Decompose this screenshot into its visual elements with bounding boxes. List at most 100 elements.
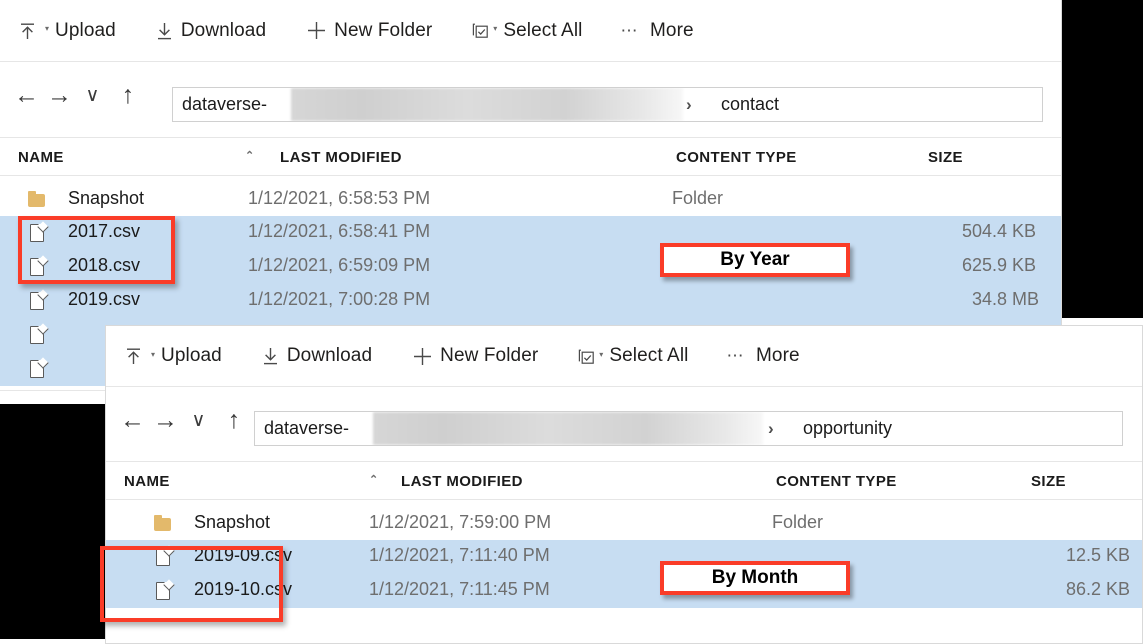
column-header-content-type[interactable]: CONTENT TYPE (776, 473, 897, 490)
navigation-bar: ← → ∨ ↑ (116, 387, 253, 453)
column-header-name[interactable]: NAME (18, 149, 64, 166)
folder-icon (154, 515, 171, 531)
upload-label: Upload (161, 345, 222, 366)
column-header-last-modified[interactable]: LAST MODIFIED (280, 149, 402, 166)
upload-button[interactable]: ▾ Upload (124, 345, 222, 367)
row-last-modified: 1/12/2021, 7:11:40 PM (369, 545, 550, 565)
new-folder-label: New Folder (334, 19, 433, 41)
row-name[interactable]: 2019.csv (68, 289, 140, 310)
breadcrumb-current-folder[interactable]: opportunity (803, 418, 892, 439)
back-button[interactable]: ← (116, 406, 149, 435)
toolbar-divider (106, 386, 1142, 387)
backdrop-block-right (1062, 0, 1143, 318)
checkbox-select-icon (472, 22, 489, 39)
row-name[interactable]: 2019-09.csv (194, 545, 292, 566)
breadcrumb-address-bar[interactable]: dataverse- › contact (172, 87, 1043, 122)
row-last-modified: 1/12/2021, 6:58:41 PM (248, 221, 431, 241)
table-row[interactable]: 2018.csv 1/12/2021, 6:59:09 PM 625.9 KB (0, 250, 1061, 284)
column-header-name[interactable]: NAME (124, 473, 170, 490)
download-label: Download (286, 345, 373, 366)
table-row[interactable]: 2019-10.csv 1/12/2021, 7:11:45 PM 86.2 K… (106, 574, 1142, 608)
row-name[interactable]: 2017.csv (68, 221, 140, 242)
row-last-modified: 1/12/2021, 6:59:09 PM (248, 255, 431, 275)
new-folder-button[interactable]: New Folder (412, 345, 538, 367)
toolbar-divider (0, 61, 1061, 62)
redacted-account-name (373, 412, 763, 445)
column-header-last-modified[interactable]: LAST MODIFIED (401, 473, 523, 490)
recent-locations-button[interactable]: ∨ (76, 84, 109, 107)
header-divider (106, 499, 1142, 500)
annotation-callout-by-month-label: By Month (711, 567, 799, 588)
chevron-down-icon[interactable]: ▾ (599, 350, 603, 359)
new-folder-label: New Folder (440, 345, 539, 366)
select-all-button[interactable]: ▾ Select All (578, 345, 688, 367)
recent-locations-button[interactable]: ∨ (182, 409, 215, 432)
more-button[interactable]: ⋯ More (620, 20, 693, 42)
table-row[interactable]: 2019-09.csv 1/12/2021, 7:11:40 PM 12.5 K… (106, 540, 1142, 574)
table-row[interactable]: Snapshot 1/12/2021, 7:59:00 PM Folder (106, 506, 1142, 540)
table-row[interactable]: Snapshot 1/12/2021, 6:58:53 PM Folder (0, 182, 1061, 216)
up-one-level-button[interactable]: ↑ (109, 81, 147, 110)
ellipsis-icon: ⋯ (726, 346, 745, 365)
up-one-level-button[interactable]: ↑ (215, 406, 253, 435)
command-bar: ▾ Upload Download New Folder ▾ Select Al… (106, 326, 1142, 386)
row-size: 86.2 KB (1066, 579, 1131, 599)
header-divider (0, 175, 1061, 176)
forward-button[interactable]: → (43, 81, 76, 110)
storage-browser-panel-opportunity: ▾ Upload Download New Folder ▾ Select Al… (105, 325, 1143, 644)
more-label: More (649, 19, 694, 41)
select-all-button[interactable]: ▾ Select All (472, 20, 582, 42)
row-name[interactable]: Snapshot (194, 512, 270, 533)
more-button[interactable]: ⋯ More (726, 345, 799, 367)
sort-ascending-icon[interactable]: ⌃ (369, 473, 379, 486)
table-row[interactable]: 2017.csv 1/12/2021, 6:58:41 PM 504.4 KB (0, 216, 1061, 250)
breadcrumb-address-bar[interactable]: dataverse- › opportunity (254, 411, 1123, 446)
upload-label: Upload (55, 19, 116, 41)
row-last-modified: 1/12/2021, 7:11:45 PM (369, 579, 550, 599)
row-name[interactable]: Snapshot (68, 188, 144, 209)
row-size: 504.4 KB (962, 221, 1037, 241)
upload-arrow-icon (18, 21, 37, 41)
row-name[interactable]: 2018.csv (68, 255, 140, 276)
command-bar: ▾ Upload Download New Folder ▾ Select Al… (0, 0, 1061, 61)
table-header-row: NAME ⌃ LAST MODIFIED CONTENT TYPE SIZE (106, 461, 1142, 497)
row-size: 34.8 MB (972, 289, 1040, 309)
row-size: 12.5 KB (1066, 545, 1131, 565)
more-label: More (755, 345, 800, 366)
column-header-size[interactable]: SIZE (1031, 473, 1066, 490)
annotation-callout-by-year: By Year (660, 243, 850, 277)
new-folder-button[interactable]: New Folder (306, 20, 432, 42)
chevron-down-icon[interactable]: ▾ (493, 24, 497, 33)
folder-icon (28, 191, 45, 207)
chevron-down-icon[interactable]: ▾ (151, 350, 155, 359)
column-header-size[interactable]: SIZE (928, 149, 963, 166)
table-row[interactable]: 2019.csv 1/12/2021, 7:00:28 PM 34.8 MB (0, 284, 1061, 318)
row-content-type: Folder (772, 512, 824, 532)
select-all-label: Select All (503, 19, 583, 41)
download-arrow-icon (155, 21, 174, 41)
ellipsis-icon: ⋯ (620, 20, 639, 40)
breadcrumb-account[interactable]: dataverse- (264, 418, 349, 439)
download-label: Download (180, 19, 267, 41)
back-button[interactable]: ← (10, 81, 43, 110)
annotation-callout-by-year-label: By Year (720, 249, 790, 270)
breadcrumb-account[interactable]: dataverse- (182, 94, 267, 115)
row-last-modified: 1/12/2021, 6:58:53 PM (248, 188, 431, 208)
plus-icon (306, 20, 327, 41)
breadcrumb-current-folder[interactable]: contact (721, 94, 779, 115)
select-all-label: Select All (609, 345, 689, 366)
forward-button[interactable]: → (149, 406, 182, 435)
sort-ascending-icon[interactable]: ⌃ (245, 149, 255, 162)
row-size: 625.9 KB (962, 255, 1037, 275)
checkbox-select-icon (578, 348, 595, 365)
row-last-modified: 1/12/2021, 7:59:00 PM (369, 512, 552, 532)
download-button[interactable]: Download (155, 20, 266, 42)
row-name[interactable]: 2019-10.csv (194, 579, 292, 600)
column-header-content-type[interactable]: CONTENT TYPE (676, 149, 797, 166)
download-button[interactable]: Download (261, 345, 372, 367)
row-content-type: Folder (672, 188, 724, 208)
upload-button[interactable]: ▾ Upload (18, 20, 116, 42)
backdrop-block-left (0, 404, 105, 639)
plus-icon (412, 346, 433, 367)
chevron-down-icon[interactable]: ▾ (45, 24, 49, 33)
